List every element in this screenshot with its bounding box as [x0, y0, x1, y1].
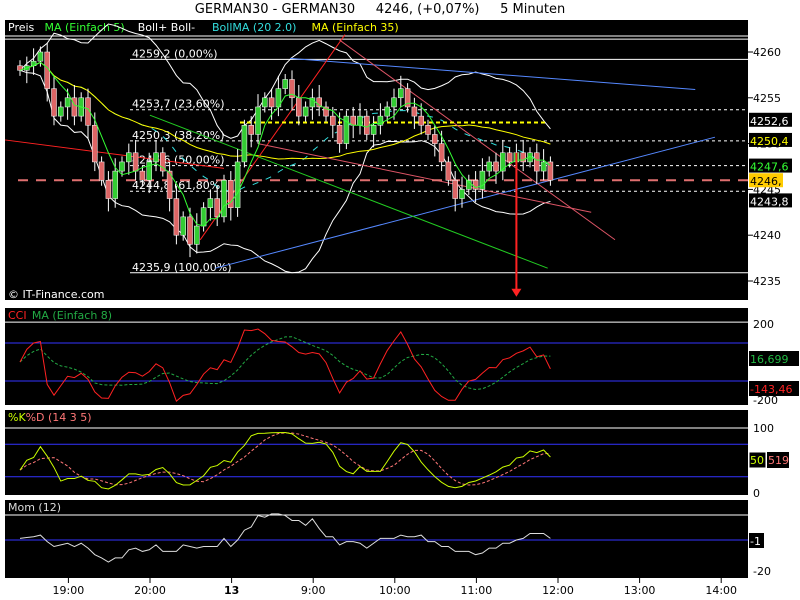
- time-tick-label: 13:00: [624, 584, 656, 597]
- chart-canvas[interactable]: Preis MA (Einfach 5) Boll+ Boll- BollMA (20…: [0, 0, 800, 600]
- candle: [459, 189, 465, 199]
- price-label: 4247,6: [750, 161, 789, 174]
- candle: [296, 97, 302, 117]
- candle: [241, 125, 248, 163]
- candle: [132, 152, 139, 172]
- price-label: 4250,4: [750, 135, 789, 148]
- stoch-d-value: 519: [768, 454, 789, 467]
- candle: [64, 97, 71, 108]
- cci-legend-item: CCI: [8, 309, 27, 322]
- price-label: 4246,: [750, 175, 782, 188]
- candle: [51, 88, 57, 117]
- candle: [302, 106, 309, 117]
- candle: [391, 97, 397, 108]
- candle: [173, 198, 180, 236]
- candle: [153, 152, 159, 163]
- candle: [486, 161, 492, 172]
- candle: [255, 106, 261, 135]
- candle: [262, 97, 268, 108]
- price-label: 4243,8: [750, 195, 789, 208]
- candle: [126, 152, 132, 163]
- watermark: © IT-Finance.com: [8, 288, 105, 301]
- candle: [330, 115, 336, 126]
- candle: [71, 97, 78, 117]
- candle: [282, 79, 288, 89]
- candle: [180, 216, 186, 236]
- price-panel: [5, 20, 748, 300]
- stoch-panel: [5, 410, 748, 495]
- candle: [398, 88, 404, 99]
- candle: [364, 115, 370, 135]
- candle: [119, 161, 125, 172]
- fib-label: 4235,9 (100,00%): [132, 261, 232, 274]
- time-tick-label: 14:00: [705, 584, 737, 597]
- mom-legend-item: Mom (12): [8, 501, 61, 514]
- candle: [452, 179, 458, 199]
- candle: [411, 106, 418, 117]
- cci-tick-label: 200: [753, 318, 774, 331]
- candle: [98, 161, 105, 181]
- mom-tick-label: -20: [753, 565, 771, 578]
- fib-label: 4250,3 (38,20%): [132, 129, 225, 142]
- candle: [438, 143, 445, 163]
- time-tick-label: 20:00: [134, 584, 166, 597]
- fib-label: 4247,6 (50,00%): [132, 154, 225, 167]
- cci-legend-item: MA (Einfach 8): [32, 309, 112, 322]
- candle: [187, 216, 193, 245]
- mom-value-label: -1: [750, 535, 761, 548]
- stoch-legend-item: %D (14 3 5): [26, 411, 92, 424]
- candle: [139, 170, 146, 181]
- candle: [540, 161, 547, 172]
- fib-label: 4259,2 (0,00%): [132, 47, 218, 60]
- candle: [384, 106, 390, 117]
- candle: [194, 225, 200, 245]
- stoch-tick-label: 100: [753, 422, 774, 435]
- price-label: 4252,6: [750, 115, 789, 128]
- candle: [37, 51, 44, 62]
- time-tick-label: 13: [224, 584, 239, 597]
- candle: [506, 152, 513, 163]
- time-tick-label: 19:00: [53, 584, 85, 597]
- time-tick-label: 9:00: [301, 584, 326, 597]
- candle: [200, 207, 207, 227]
- price-legend-item: MA (Einfach 5): [45, 21, 125, 34]
- candle: [214, 198, 220, 218]
- cci-value-label: 16,699: [750, 353, 789, 366]
- time-tick-label: 10:00: [379, 584, 411, 597]
- candle: [432, 134, 438, 144]
- candle: [207, 198, 214, 208]
- price-legend-item: BollMA (20 2.0): [212, 21, 296, 34]
- candle: [370, 125, 377, 135]
- stoch-k-value: 50: [750, 454, 764, 467]
- price-legend-item: Boll+ Boll-: [138, 21, 195, 34]
- candle: [357, 115, 363, 126]
- candle: [445, 161, 452, 181]
- fib-label: 4253,7 (23,60%): [132, 98, 225, 111]
- price-tick-label: 4255: [753, 92, 781, 105]
- candle: [425, 125, 431, 135]
- time-tick-label: 11:00: [461, 584, 493, 597]
- candle: [234, 161, 241, 208]
- stoch-tick-label: 0: [753, 487, 760, 500]
- price-tick-label: 4235: [753, 275, 781, 288]
- candle: [112, 170, 118, 199]
- candle: [493, 161, 499, 172]
- candle: [221, 179, 227, 218]
- candle: [534, 152, 540, 172]
- candle: [268, 97, 275, 108]
- candle: [336, 125, 343, 144]
- candle: [105, 179, 112, 199]
- price-legend-item: Preis: [8, 21, 35, 34]
- price-tick-label: 4260: [753, 46, 781, 59]
- price-tick-label: 4240: [753, 229, 781, 242]
- cci-value-label: -143,46: [750, 383, 792, 396]
- candle: [248, 125, 254, 135]
- candle: [92, 125, 98, 163]
- mom-panel: [5, 500, 748, 578]
- price-legend-item: MA (Einfach 35): [312, 21, 399, 34]
- stoch-legend-item: %K: [8, 411, 26, 424]
- time-tick-label: 12:00: [542, 584, 574, 597]
- candle: [418, 115, 424, 126]
- candle: [58, 106, 64, 117]
